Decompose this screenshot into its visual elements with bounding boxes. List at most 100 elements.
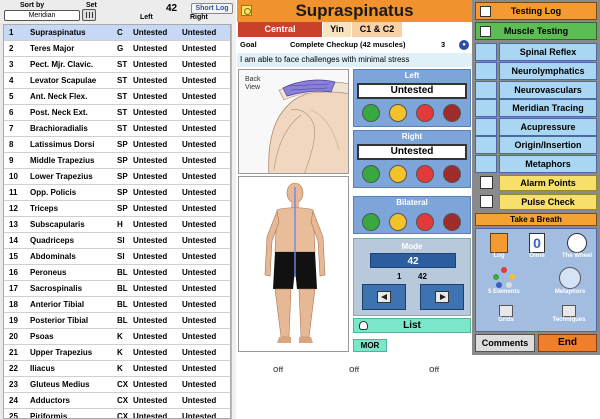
table-row[interactable]: 17 Sacrospinalis BL Untested Untested — [4, 281, 230, 297]
row-left-status: Untested — [133, 412, 168, 419]
alarm-points-checkbox[interactable] — [480, 176, 493, 189]
pulse-check-checkbox[interactable] — [480, 195, 493, 208]
table-row[interactable]: 18 Anterior Tibial BL Untested Untested — [4, 297, 230, 313]
table-row[interactable]: 16 Peroneus BL Untested Untested — [4, 265, 230, 281]
muscle-testing-button[interactable]: Muscle Testing — [475, 22, 597, 40]
off-label-3: Off — [429, 367, 440, 374]
metaphors-button[interactable]: Metaphors — [499, 155, 597, 173]
lookup-checkbox-2[interactable] — [475, 62, 497, 80]
table-row[interactable]: 9 Middle Trapezius SP Untested Untested — [4, 153, 230, 169]
table-row[interactable]: 15 Abdominals SI Untested Untested — [4, 249, 230, 265]
lock-checkbox[interactable] — [241, 5, 252, 16]
table-row[interactable]: 8 Latissimus Dorsi SP Untested Untested — [4, 137, 230, 153]
table-row[interactable]: 7 Brachioradialis ST Untested Untested — [4, 121, 230, 137]
table-row[interactable]: 12 Triceps SP Untested Untested — [4, 201, 230, 217]
body-meridian-image — [238, 176, 349, 352]
right-red-button[interactable] — [416, 165, 434, 183]
left-green-button[interactable] — [362, 104, 380, 122]
table-row[interactable]: 4 Levator Scapulae ST Untested Untested — [4, 73, 230, 89]
comments-button[interactable]: Comments — [475, 334, 535, 352]
log-tool[interactable]: Log — [486, 233, 512, 259]
set-button[interactable] — [82, 9, 96, 21]
row-number: 17 — [9, 284, 18, 293]
back-view-image: Back View — [238, 69, 349, 174]
alarm-points-button[interactable]: Alarm Points — [499, 175, 597, 191]
mor-button[interactable]: MOR — [353, 339, 387, 352]
lookup-checkbox-7[interactable] — [475, 155, 497, 173]
table-row[interactable]: 1 Supraspinatus C Untested Untested — [4, 25, 230, 41]
lookup-checkbox-4[interactable] — [475, 99, 497, 117]
mode-label: Mode — [401, 242, 423, 251]
table-row[interactable]: 21 Upper Trapezius K Untested Untested — [4, 345, 230, 361]
omni-tool[interactable]: 0 Omni — [524, 233, 550, 259]
five-elements-tool[interactable]: 5 Elements — [484, 267, 524, 295]
table-row[interactable]: 22 Iliacus K Untested Untested — [4, 361, 230, 377]
grids-tool[interactable]: Grids — [490, 305, 522, 323]
metaphors-tool[interactable]: Metaphors — [550, 267, 590, 295]
techniques-tool[interactable]: Techniques — [546, 305, 592, 323]
left-yellow-button[interactable] — [389, 104, 407, 122]
table-row[interactable]: 3 Pect. Mjr. Clavic. ST Untested Untested — [4, 57, 230, 73]
table-row[interactable]: 25 Piriformis CX Untested Untested — [4, 409, 230, 419]
row-left-status: Untested — [133, 316, 168, 325]
table-row[interactable]: 2 Teres Major G Untested Untested — [4, 41, 230, 57]
spinal-reflex-button[interactable]: Spinal Reflex — [499, 43, 597, 61]
pulse-check-button[interactable]: Pulse Check — [499, 194, 597, 210]
table-row[interactable]: 14 Quadriceps SI Untested Untested — [4, 233, 230, 249]
wheel-tool[interactable]: The Wheel — [560, 233, 594, 259]
bilateral-green-button[interactable] — [362, 213, 380, 231]
end-button[interactable]: End — [538, 334, 597, 352]
short-log-button[interactable]: Short Log — [191, 3, 233, 14]
row-muscle-name: Middle Trapezius — [30, 156, 95, 165]
neurovasculars-button[interactable]: Neurovasculars — [499, 81, 597, 99]
lookup-checkbox-5[interactable] — [475, 118, 497, 136]
lookup-checkbox-3[interactable] — [475, 81, 497, 99]
right-green-button[interactable] — [362, 165, 380, 183]
previous-muscle-button[interactable] — [362, 284, 406, 310]
grid-icon — [499, 305, 513, 317]
table-row[interactable]: 13 Subscapularis H Untested Untested — [4, 217, 230, 233]
take-a-breath-button[interactable]: Take a Breath — [475, 213, 597, 226]
row-muscle-name: Quadriceps — [30, 236, 75, 245]
row-number: 3 — [9, 60, 14, 69]
table-row[interactable]: 23 Gluteus Medius CX Untested Untested — [4, 377, 230, 393]
row-right-status: Untested — [182, 76, 217, 85]
lookup-checkbox-1[interactable] — [475, 43, 497, 61]
table-row[interactable]: 19 Posterior Tibial BL Untested Untested — [4, 313, 230, 329]
sort-select[interactable]: Meridian — [4, 10, 80, 21]
row-muscle-name: Teres Major — [30, 44, 75, 53]
testing-log-button[interactable]: Testing Log — [475, 2, 597, 20]
row-right-status: Untested — [182, 316, 217, 325]
neurolymphatics-button[interactable]: Neurolymphatics — [499, 62, 597, 80]
list-button[interactable]: List — [353, 318, 471, 333]
mode-value[interactable]: 42 — [370, 253, 456, 268]
meridian-tracing-button[interactable]: Meridian Tracing — [499, 99, 597, 117]
acupressure-button[interactable]: Acupressure — [499, 118, 597, 136]
goal-value[interactable]: Complete Checkup (42 muscles) — [290, 38, 405, 52]
muscle-detail-panel: Supraspinatus Central Yin C1 & C2 Goal C… — [237, 0, 472, 419]
bilateral-darkred-button[interactable] — [443, 213, 461, 231]
right-darkred-button[interactable] — [443, 165, 461, 183]
right-yellow-button[interactable] — [389, 165, 407, 183]
table-row[interactable]: 6 Post. Neck Ext. ST Untested Untested — [4, 105, 230, 121]
list-scrollbar[interactable] — [231, 24, 236, 419]
table-row[interactable]: 5 Ant. Neck Flex. ST Untested Untested — [4, 89, 230, 105]
lookup-checkbox-6[interactable] — [475, 136, 497, 154]
table-row[interactable]: 11 Opp. Policis SP Untested Untested — [4, 185, 230, 201]
left-darkred-button[interactable] — [443, 104, 461, 122]
bilateral-yellow-button[interactable] — [389, 213, 407, 231]
goal-info-icon[interactable]: ● — [459, 40, 469, 50]
title-bar: Supraspinatus — [237, 0, 472, 22]
table-row[interactable]: 10 Lower Trapezius SP Untested Untested — [4, 169, 230, 185]
back-view-caption: Back View — [245, 76, 261, 91]
origin-insertion-button[interactable]: Origin/Insertion — [499, 136, 597, 154]
row-number: 15 — [9, 252, 18, 261]
log-icon — [480, 6, 491, 17]
row-muscle-name: Supraspinatus — [30, 28, 86, 37]
table-row[interactable]: 20 Psoas K Untested Untested — [4, 329, 230, 345]
next-muscle-button[interactable] — [420, 284, 464, 310]
bilateral-red-button[interactable] — [416, 213, 434, 231]
left-red-button[interactable] — [416, 104, 434, 122]
row-left-status: Untested — [133, 172, 168, 181]
table-row[interactable]: 24 Adductors CX Untested Untested — [4, 393, 230, 409]
